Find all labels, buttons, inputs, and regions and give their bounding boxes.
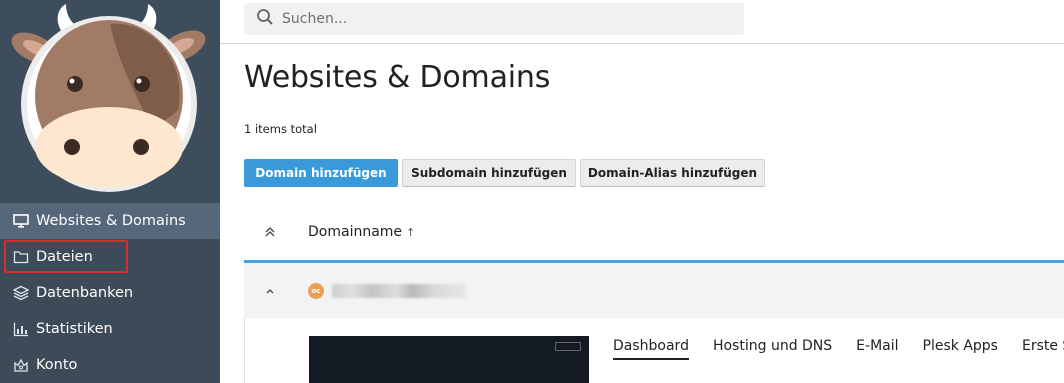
search-box[interactable] — [244, 3, 744, 35]
column-domainname[interactable]: Domainname — [308, 224, 402, 240]
page-title: Websites & Domains — [244, 60, 551, 95]
sidebar-item-websites-domains[interactable]: Websites & Domains — [0, 203, 220, 239]
collapse-all-icon[interactable] — [244, 226, 296, 238]
account-icon — [12, 356, 30, 374]
sidebar-nav: Websites & Domains Dateien Datenbanken S… — [0, 203, 220, 383]
chevron-up-icon[interactable] — [244, 285, 296, 297]
domain-tabs: Dashboard Hosting und DNS E-Mail Plesk A… — [613, 338, 1064, 360]
bar-chart-icon — [12, 320, 30, 338]
domain-favicon: oc — [308, 282, 324, 299]
domain-row[interactable]: oc — [244, 260, 1064, 318]
table-header: Domainname ↑ — [244, 212, 1064, 252]
sidebar-item-label: Statistiken — [36, 321, 113, 337]
search-input[interactable] — [282, 11, 702, 27]
sidebar-item-label: Datenbanken — [36, 285, 134, 301]
domain-name-redacted[interactable] — [332, 283, 466, 298]
domain-detail: Dashboard Hosting und DNS E-Mail Plesk A… — [244, 318, 1064, 383]
main-content: Websites & Domains 1 items total Domain … — [220, 0, 1064, 383]
database-icon — [12, 284, 30, 302]
sidebar-item-dateien[interactable]: Dateien — [0, 239, 220, 275]
sidebar-item-label: Dateien — [36, 249, 93, 265]
tab-plesk-apps[interactable]: Plesk Apps — [923, 338, 998, 360]
sidebar-item-label: Websites & Domains — [36, 213, 186, 229]
sidebar-item-datenbanken[interactable]: Datenbanken — [0, 275, 220, 311]
add-domain-alias-button[interactable]: Domain-Alias hinzufügen — [580, 159, 765, 187]
search-icon — [256, 8, 274, 30]
tab-erste-schritte[interactable]: Erste Sc — [1022, 338, 1064, 360]
sidebar-item-label: Konto — [36, 357, 78, 373]
cow-logo — [0, 0, 220, 200]
sidebar-item-konto[interactable]: Konto — [0, 347, 220, 383]
monitor-icon — [12, 212, 30, 230]
top-bar — [220, 0, 1064, 44]
folder-icon — [12, 248, 30, 266]
preview-badge — [555, 342, 581, 351]
tab-hosting-dns[interactable]: Hosting und DNS — [713, 338, 832, 360]
site-preview-thumbnail[interactable] — [309, 336, 589, 383]
sidebar: Websites & Domains Dateien Datenbanken S… — [0, 0, 220, 383]
items-total: 1 items total — [244, 122, 317, 136]
tab-dashboard[interactable]: Dashboard — [613, 338, 689, 360]
sort-indicator: ↑ — [406, 225, 416, 239]
sidebar-item-statistiken[interactable]: Statistiken — [0, 311, 220, 347]
tab-email[interactable]: E-Mail — [856, 338, 898, 360]
add-domain-button[interactable]: Domain hinzufügen — [244, 159, 398, 187]
add-subdomain-button[interactable]: Subdomain hinzufügen — [402, 159, 576, 187]
